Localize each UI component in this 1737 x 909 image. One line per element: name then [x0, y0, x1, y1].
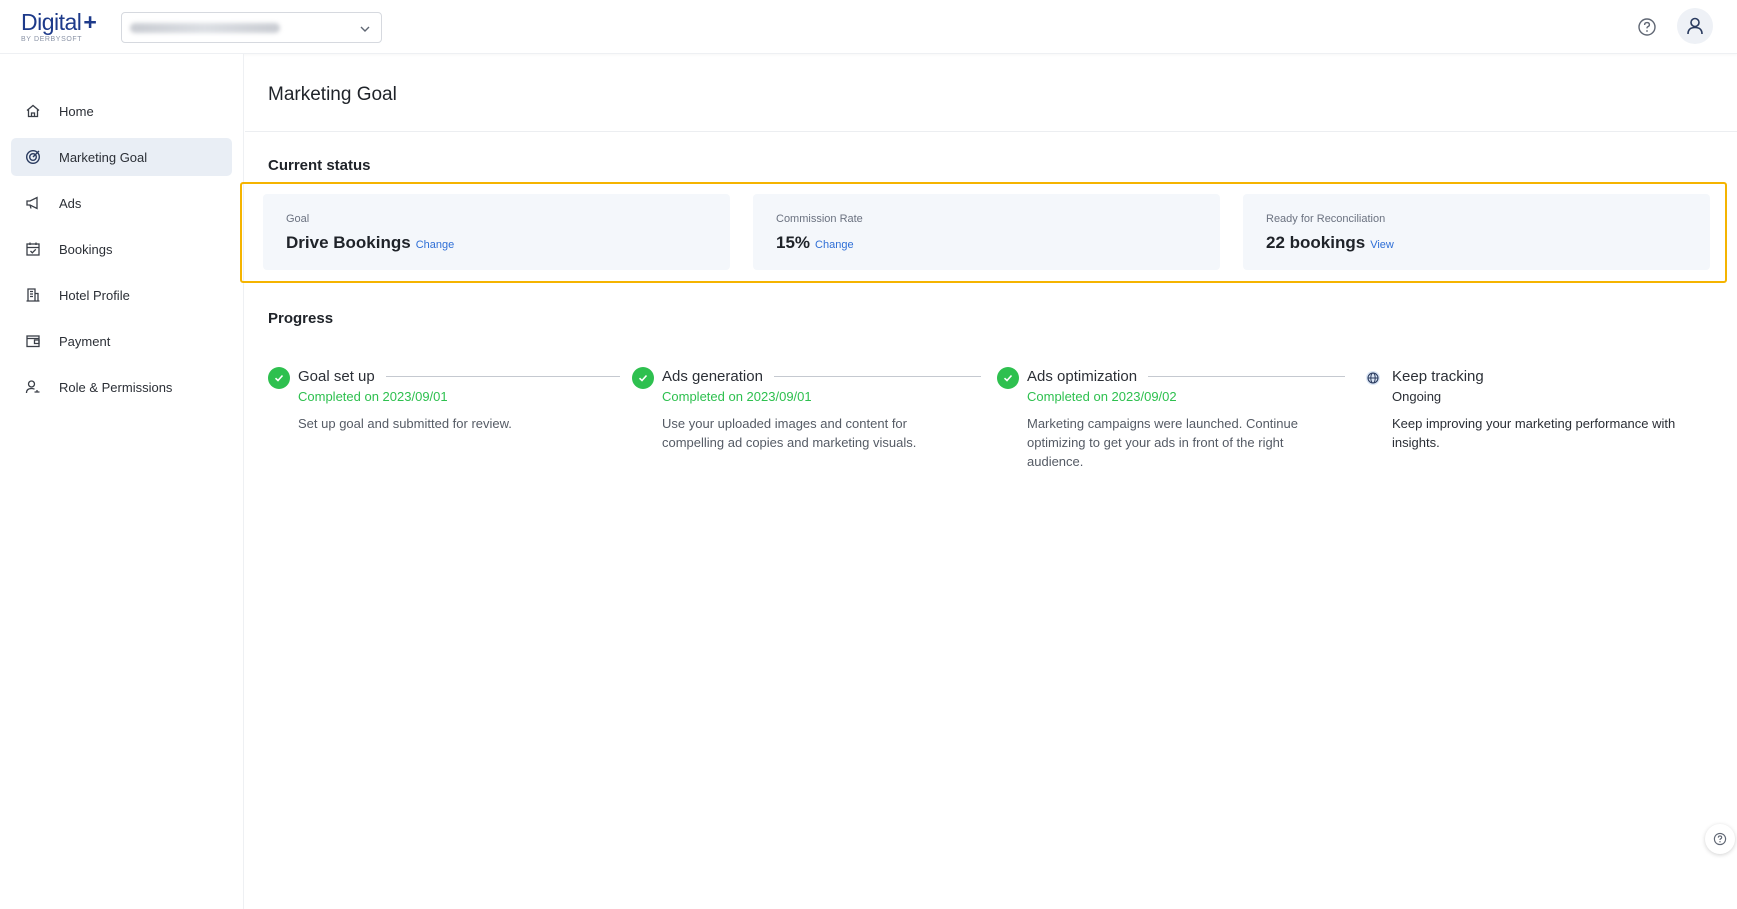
- sidebar-item-ads[interactable]: Ads: [11, 184, 232, 222]
- step-description: Marketing campaigns were launched. Conti…: [1027, 416, 1298, 469]
- building-icon: [24, 286, 42, 304]
- calendar-icon: [24, 240, 42, 258]
- top-bar: Digital+ BY DERBYSOFT: [0, 0, 1737, 54]
- sidebar-item-label: Payment: [59, 333, 111, 349]
- card-label: Goal: [286, 213, 310, 225]
- floating-help-button[interactable]: [1705, 824, 1735, 854]
- user-icon: [1687, 17, 1703, 35]
- globe-icon: [1362, 367, 1384, 389]
- card-label: Ready for Reconciliation: [1266, 213, 1386, 225]
- sidebar-item-label: Home: [59, 103, 94, 119]
- check-circle-icon: [997, 367, 1019, 389]
- sidebar: Home Marketing Goal Ads Bookings Hotel P…: [0, 54, 244, 909]
- main-content: Marketing Goal Current status Goal Drive…: [240, 54, 1737, 909]
- step-status: Ongoing: [1392, 389, 1442, 404]
- sidebar-item-role-permissions[interactable]: Role & Permissions: [11, 368, 232, 406]
- card-value: 22 bookings: [1266, 233, 1366, 252]
- step-title: Ads generation: [662, 368, 763, 385]
- hotel-select[interactable]: [121, 12, 382, 43]
- step-date: Completed on 2023/09/01: [298, 389, 448, 404]
- step-date: Completed on 2023/09/02: [1027, 389, 1177, 404]
- user-avatar[interactable]: [1677, 8, 1713, 44]
- sidebar-item-payment[interactable]: Payment: [11, 322, 232, 360]
- step-connector: [773, 376, 981, 377]
- check-circle-icon: [632, 367, 654, 389]
- card-label: Commission Rate: [776, 213, 863, 225]
- sidebar-item-label: Hotel Profile: [59, 287, 130, 303]
- sidebar-item-bookings[interactable]: Bookings: [11, 230, 232, 268]
- page-title: Marketing Goal: [268, 84, 397, 105]
- step-description: Keep improving your marketing performanc…: [1392, 416, 1676, 450]
- step-title: Ads optimization: [1027, 368, 1138, 385]
- current-status-panel: Goal Drive Bookings Change Commission Rat…: [240, 182, 1727, 283]
- sidebar-item-label: Ads: [59, 195, 82, 211]
- step-connector: [1148, 376, 1346, 377]
- progress-heading: Progress: [268, 310, 334, 327]
- target-icon: [24, 148, 42, 166]
- sidebar-item-hotel-profile[interactable]: Hotel Profile: [11, 276, 232, 314]
- brand-logo[interactable]: Digital+ BY DERBYSOFT: [21, 9, 97, 43]
- home-icon: [24, 102, 42, 120]
- brand-name: Digital: [21, 9, 82, 35]
- step-title: Keep tracking: [1392, 368, 1484, 385]
- user-key-icon: [24, 378, 42, 396]
- step-date: Completed on 2023/09/01: [662, 389, 812, 404]
- change-goal-link[interactable]: Change: [416, 239, 455, 251]
- step-title: Goal set up: [298, 368, 375, 385]
- change-commission-link[interactable]: Change: [815, 239, 854, 251]
- help-icon: [1713, 832, 1727, 846]
- wallet-icon: [24, 332, 42, 350]
- step-description: Use your uploaded images and content for…: [662, 416, 917, 450]
- status-card-reconciliation: Ready for Reconciliation 22 bookings View: [1243, 194, 1710, 270]
- sidebar-item-label: Marketing Goal: [59, 149, 148, 165]
- title-divider: [245, 131, 1737, 132]
- sidebar-item-label: Role & Permissions: [59, 379, 173, 395]
- step-description: Set up goal and submitted for review.: [298, 416, 512, 431]
- hotel-name-blurred: [130, 23, 280, 33]
- brand-sub: BY DERBYSOFT: [21, 36, 83, 43]
- brand-plus: +: [83, 9, 97, 35]
- view-bookings-link[interactable]: View: [1370, 239, 1394, 251]
- sidebar-item-home[interactable]: Home: [11, 92, 232, 130]
- card-value: 15%: [776, 233, 811, 252]
- chevron-down-icon: [359, 22, 371, 40]
- megaphone-icon: [24, 194, 42, 212]
- sidebar-item-label: Bookings: [59, 241, 113, 257]
- check-circle-icon: [268, 367, 290, 389]
- help-icon[interactable]: [1637, 17, 1657, 42]
- card-value: Drive Bookings: [286, 233, 411, 252]
- current-status-heading: Current status: [268, 157, 371, 174]
- status-card-commission: Commission Rate 15% Change: [753, 194, 1220, 270]
- sidebar-item-marketing-goal[interactable]: Marketing Goal: [11, 138, 232, 176]
- step-connector: [385, 376, 620, 377]
- status-card-goal: Goal Drive Bookings Change: [263, 194, 730, 270]
